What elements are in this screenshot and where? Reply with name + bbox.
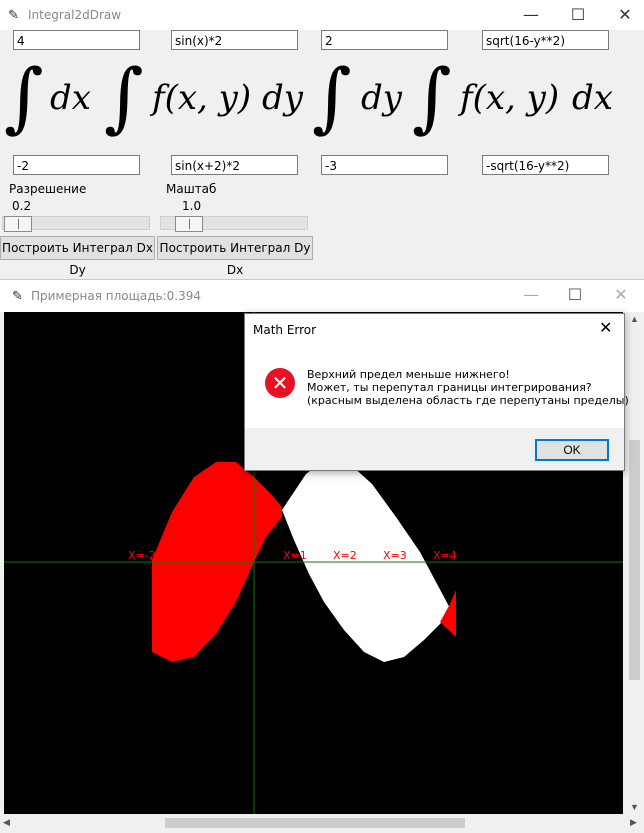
- dydx-upper-y-input[interactable]: 2: [321, 30, 448, 50]
- plot-minimize-button[interactable]: —: [520, 284, 542, 306]
- horizontal-scrollbar[interactable]: ◀ ▶: [0, 814, 644, 832]
- resolution-label: Разрешение: [9, 182, 87, 196]
- axis-label-x1: X=1: [283, 549, 307, 562]
- dxdy-upper-x-input[interactable]: 4: [13, 30, 140, 50]
- dxdy-lower-y-input[interactable]: sin(x+2)*2: [171, 155, 298, 175]
- integral-sign-2: ∫: [104, 52, 144, 141]
- dialog-close-button[interactable]: ✕: [599, 318, 612, 337]
- axis-label-x-minus2: X=-2: [128, 549, 156, 562]
- dydx-lower-x-input[interactable]: -sqrt(16-y**2): [482, 155, 609, 175]
- build-dydx-button[interactable]: Построить Интеграл Dy Dx: [157, 236, 313, 277]
- integral-sign-3: ∫: [312, 52, 352, 141]
- tk-feather-icon-plot: ✎: [12, 288, 23, 303]
- dxdy-upper-y-input[interactable]: sin(x)*2: [171, 30, 298, 50]
- scroll-right-icon[interactable]: ▶: [630, 817, 640, 829]
- formula-dx-2: dx: [572, 78, 613, 118]
- dialog-title: Math Error: [253, 323, 317, 337]
- vertical-scrollbar[interactable]: ▲ ▼: [625, 312, 644, 814]
- normal-region: [282, 457, 452, 662]
- main-titlebar: ✎ Integral2dDraw — ☐ ✕: [0, 0, 644, 30]
- dydx-lower-y-input[interactable]: -3: [321, 155, 448, 175]
- integral-sign-1: ∫: [4, 52, 44, 141]
- plot-titlebar: ✎ Примерная площадь:0.394 — ☐ ✕: [0, 280, 644, 312]
- scale-label: Маштаб: [166, 182, 217, 196]
- resolution-slider[interactable]: [2, 216, 150, 232]
- scroll-left-icon[interactable]: ◀: [3, 817, 13, 829]
- resolution-slider-thumb[interactable]: [4, 216, 32, 232]
- formula-dy-2: dy: [361, 78, 402, 118]
- resolution-value: 0.2: [12, 199, 32, 213]
- integral-sign-4: ∫: [412, 52, 452, 141]
- axis-label-x3: X=3: [383, 549, 407, 562]
- horizontal-scroll-thumb[interactable]: [165, 818, 465, 828]
- formula-fxy-1: f(x, y): [152, 78, 252, 118]
- dydx-upper-x-input[interactable]: sqrt(16-y**2): [482, 30, 609, 50]
- maximize-button[interactable]: ☐: [567, 4, 589, 26]
- scale-slider[interactable]: [160, 216, 308, 232]
- ok-button[interactable]: OK: [535, 439, 609, 461]
- formula-fxy-2: f(x, y): [460, 78, 560, 118]
- scroll-up-icon[interactable]: ▲: [629, 314, 640, 324]
- minimize-button[interactable]: —: [520, 4, 542, 26]
- dialog-message-line2: Может, ты перепутал границы интегрирован…: [307, 381, 592, 394]
- axis-label-x4: X=4: [433, 549, 457, 562]
- scale-slider-thumb[interactable]: [175, 216, 203, 232]
- build-dxdy-button[interactable]: Построить Интеграл Dx Dy: [0, 236, 155, 277]
- vertical-scroll-thumb[interactable]: [629, 440, 640, 680]
- main-window-title: Integral2dDraw: [28, 8, 122, 22]
- plot-close-button[interactable]: ✕: [610, 284, 632, 306]
- dialog-message-line3: (красным выделена область где перепутаны…: [307, 394, 629, 407]
- close-button[interactable]: ✕: [614, 4, 636, 26]
- dxdy-lower-x-input[interactable]: -2: [13, 155, 140, 175]
- axis-label-x2: X=2: [333, 549, 357, 562]
- dialog-message-line1: Верхний предел меньше нижнего!: [307, 368, 510, 381]
- tk-feather-icon: ✎: [8, 7, 19, 22]
- math-error-dialog: Math Error ✕ ✕ Верхний предел меньше ниж…: [244, 313, 629, 471]
- scale-value: 1.0: [182, 199, 202, 213]
- plot-maximize-button[interactable]: ☐: [564, 284, 586, 306]
- plot-window-title: Примерная площадь:0.394: [31, 289, 202, 303]
- error-icon: ✕: [265, 368, 295, 398]
- formula-dy-1: dy: [262, 78, 303, 118]
- scroll-down-icon[interactable]: ▼: [629, 802, 640, 812]
- formula-dx-1: dx: [50, 78, 91, 118]
